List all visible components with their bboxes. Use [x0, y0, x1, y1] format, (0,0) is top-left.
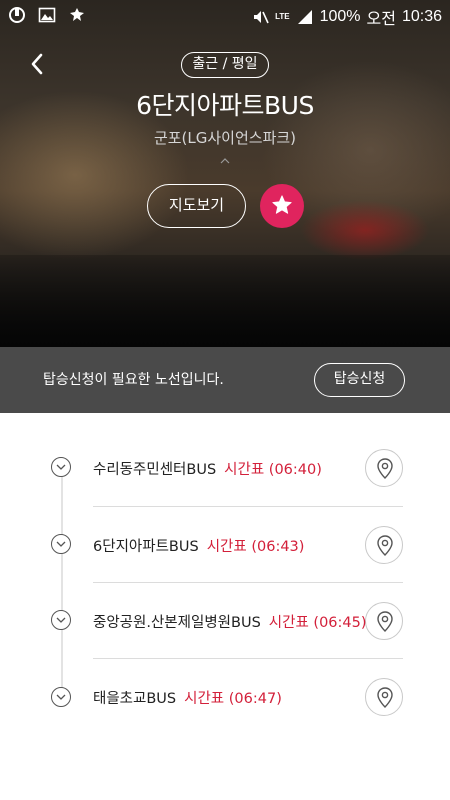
stop-name-line[interactable]: 중앙공원.산본제일병원BUS 시간표 (06:45) — [93, 611, 367, 632]
location-pin-icon — [377, 458, 393, 479]
stop-name-line[interactable]: 수리동주민센터BUS 시간표 (06:40) — [93, 458, 322, 479]
stop-name-line[interactable]: 태을초교BUS 시간표 (06:47) — [93, 687, 282, 708]
stop-name: 태을초교BUS — [93, 691, 177, 707]
list-item: 중앙공원.산본제일병원BUS 시간표 (06:45) — [0, 582, 450, 659]
time-ampm: 오전 — [366, 11, 396, 28]
hero-banner: LTE 100% 오전 10:36 출근 / 평일 6단지아파트BUS 군포(L… — [0, 0, 450, 347]
chevron-down-icon — [56, 694, 66, 700]
back-button[interactable] — [24, 50, 52, 78]
timetable-link[interactable]: 시간표 (06:43) — [207, 539, 305, 555]
chevron-down-icon — [56, 464, 66, 470]
chevron-down-icon — [56, 617, 66, 623]
signal-icon — [297, 10, 312, 24]
expand-button[interactable] — [51, 610, 71, 630]
stop-name: 수리동주민센터BUS — [93, 462, 217, 478]
location-button[interactable] — [365, 449, 403, 487]
list-item: 수리동주민센터BUS 시간표 (06:40) — [0, 429, 450, 507]
location-pin-icon — [377, 687, 393, 708]
favorite-button[interactable] — [260, 184, 304, 228]
expand-button[interactable] — [51, 457, 71, 477]
background-blur — [300, 200, 430, 260]
chevron-down-icon — [56, 541, 66, 547]
list-item: 6단지아파트BUS 시간표 (06:43) — [0, 506, 450, 583]
stop-name-line[interactable]: 6단지아파트BUS 시간표 (06:43) — [93, 535, 304, 556]
image-icon — [38, 7, 56, 23]
battery-percent: 100% — [319, 8, 361, 25]
route-subtitle: 군포(LG사이언스파크) — [153, 129, 297, 147]
timetable-link[interactable]: 시간표 (06:47) — [184, 691, 282, 707]
background-shade — [0, 255, 450, 347]
chevron-up-icon[interactable] — [218, 156, 232, 166]
network-type: LTE — [275, 12, 290, 21]
star-icon — [272, 195, 292, 214]
location-button[interactable] — [365, 602, 403, 640]
settings-notification-icon — [70, 8, 84, 21]
stop-name: 6단지아파트BUS — [93, 539, 199, 555]
view-map-button[interactable]: 지도보기 — [147, 184, 246, 228]
location-pin-icon — [377, 611, 393, 632]
mute-icon — [254, 11, 269, 24]
apply-boarding-button[interactable]: 탑승신청 — [314, 363, 405, 397]
stop-name: 중앙공원.산본제일병원BUS — [93, 615, 261, 631]
commute-type-badge: 출근 / 평일 — [181, 52, 269, 78]
list-item: 태을초교BUS 시간표 (06:47) — [0, 658, 450, 734]
status-bar: LTE 100% 오전 10:36 — [0, 0, 450, 32]
stop-list: 수리동주민센터BUS 시간표 (06:40) 6단지아파트BUS 시간표 (06:4… — [0, 413, 450, 800]
clock: 10:36 — [401, 8, 442, 25]
timetable-link[interactable]: 시간표 (06:45) — [269, 615, 367, 631]
expand-button[interactable] — [51, 534, 71, 554]
location-pin-icon — [377, 535, 393, 556]
boarding-notice-bar: 탑승신청이 필요한 노선입니다. 탑승신청 — [0, 347, 450, 413]
notice-message: 탑승신청이 필요한 노선입니다. — [43, 372, 224, 388]
app-notification-icon — [9, 7, 25, 23]
timetable-link[interactable]: 시간표 (06:40) — [224, 462, 322, 478]
route-title: 6단지아파트BUS — [136, 91, 314, 120]
location-button[interactable] — [365, 678, 403, 716]
expand-button[interactable] — [51, 687, 71, 707]
location-button[interactable] — [365, 526, 403, 564]
